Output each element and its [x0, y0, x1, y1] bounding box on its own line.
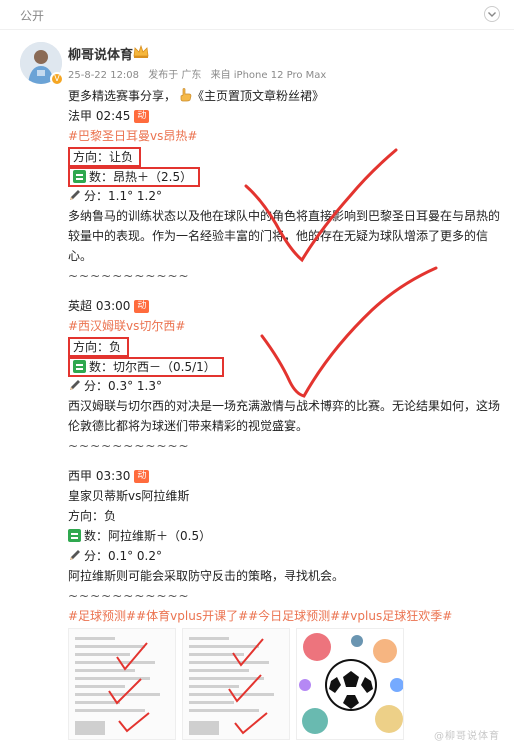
match-1-time: 法甲 02:45 — [68, 109, 131, 123]
author-name[interactable]: 柳哥说体育 — [68, 44, 133, 63]
intro-link[interactable]: 《主页置顶文章粉丝裙》 — [192, 89, 324, 103]
match-3-analysis: 阿拉维斯则可能会采取防守反击的策略，寻找机会。 — [68, 569, 345, 583]
weibo-post-card: 公开 V 柳哥说体育 25-8-22 12:08 发布于 广东 来自 iPhon… — [0, 0, 514, 748]
match-1-numbers: 数：昂热＋（2.5） — [89, 170, 193, 184]
number-icon — [68, 529, 81, 542]
match-1-score: 分：1.1° 1.2° — [84, 189, 162, 203]
post-device: 来自 iPhone 12 Pro Max — [210, 70, 327, 81]
match-2-topic[interactable]: #西汉姆联vs切尔西# — [68, 316, 508, 336]
match-2-divider: ~~~~~~~~~~~ — [68, 439, 190, 453]
match-3-numbers: 数：阿拉维斯＋（0.5） — [84, 529, 212, 543]
match-1-analysis: 多纳鲁马的训练状态以及他在球队中的角色将直接影响到巴黎圣日耳曼在与昂热的较量中的… — [68, 209, 501, 263]
match-1-badge: 动 — [134, 110, 150, 123]
match-1-direction: 方向：让负 — [68, 147, 142, 167]
number-icon — [73, 360, 86, 373]
match-3-divider: ~~~~~~~~~~~ — [68, 589, 190, 603]
match-2-numbers: 数：切尔西－（0.5/1） — [89, 360, 216, 374]
post-time[interactable]: 25-8-22 12:08 — [68, 70, 139, 81]
match-2-score-line: 分：0.3° 1.3° — [68, 376, 508, 396]
match-1-time-line: 法甲 02:45 动 — [68, 106, 508, 126]
match-2-score: 分：0.3° 1.3° — [84, 379, 162, 393]
number-icon — [73, 170, 86, 183]
match-3-badge: 动 — [134, 470, 150, 483]
match-2-numbers-box: 数：切尔西－（0.5/1） — [68, 357, 224, 377]
match-2-time-line: 英超 03:00 动 — [68, 296, 508, 316]
intro-line: 更多精选赛事分享， 《主页置顶文章粉丝裙》 — [68, 86, 508, 106]
match-3-numbers-line: 数：阿拉维斯＋（0.5） — [68, 526, 508, 546]
hashtags[interactable]: #足球预测##体育vplus开课了##今日足球预测##vplus足球狂欢季# — [68, 606, 508, 626]
photo-thumbnail[interactable] — [68, 628, 176, 740]
pencil-icon — [70, 550, 80, 560]
match-3-time-line: 西甲 03:30 动 — [68, 466, 508, 486]
soccer-ball-art-thumbnail — [297, 629, 403, 739]
match-1-divider: ~~~~~~~~~~~ — [68, 269, 190, 283]
match-1-numbers-box: 数：昂热＋（2.5） — [68, 167, 201, 187]
post-meta: 25-8-22 12:08 发布于 广东 来自 iPhone 12 Pro Ma… — [68, 66, 332, 81]
intro-text: 更多精选赛事分享， — [68, 89, 177, 103]
photo-thumbnail[interactable] — [182, 628, 290, 740]
screenshot-thumbnail-1 — [69, 629, 175, 739]
match-2-badge: 动 — [134, 300, 150, 313]
match-3-direction: 方向：负 — [68, 509, 117, 523]
match-3-time: 西甲 03:30 — [68, 469, 131, 483]
match-2-analysis: 西汉姆联与切尔西的对决是一场充满激情与战术博弈的比赛。无论结果如何，这场伦敦德比… — [68, 399, 501, 433]
post-body: 更多精选赛事分享， 《主页置顶文章粉丝裙》 法甲 02:45 动 #巴黎圣日耳曼vs… — [68, 86, 508, 626]
verified-icon: V — [50, 72, 64, 86]
match-2-direction-line: 方向：负 — [68, 336, 508, 357]
photo-thumbnail[interactable] — [296, 628, 404, 740]
match-3-score-line: 分：0.1° 0.2° — [68, 546, 508, 566]
chevron-down-icon[interactable] — [484, 6, 500, 22]
post-topbar: 公开 — [0, 0, 514, 30]
match-1-numbers-line: 数：昂热＋（2.5） — [68, 166, 508, 187]
match-1-topic[interactable]: #巴黎圣日耳曼vs昂热# — [68, 126, 508, 146]
photo-grid — [68, 628, 404, 740]
pointing-hand-icon — [180, 88, 192, 102]
watermark: @柳哥说体育 — [434, 731, 500, 742]
match-2-numbers-line: 数：切尔西－（0.5/1） — [68, 356, 508, 377]
match-2-direction: 方向：负 — [68, 337, 130, 357]
match-1-direction-line: 方向：让负 — [68, 146, 508, 167]
pencil-icon — [70, 190, 80, 200]
match-3-title: 皇家贝蒂斯vs阿拉维斯 — [68, 489, 190, 503]
match-3-score: 分：0.1° 0.2° — [84, 549, 162, 563]
visibility-label: 公开 — [20, 9, 45, 23]
crown-icon — [133, 45, 149, 58]
match-2-time: 英超 03:00 — [68, 299, 131, 313]
match-1-score-line: 分：1.1° 1.2° — [68, 186, 508, 206]
post-location: 发布于 广东 — [148, 70, 202, 81]
pencil-icon — [70, 380, 80, 390]
screenshot-thumbnail-2 — [183, 629, 289, 739]
